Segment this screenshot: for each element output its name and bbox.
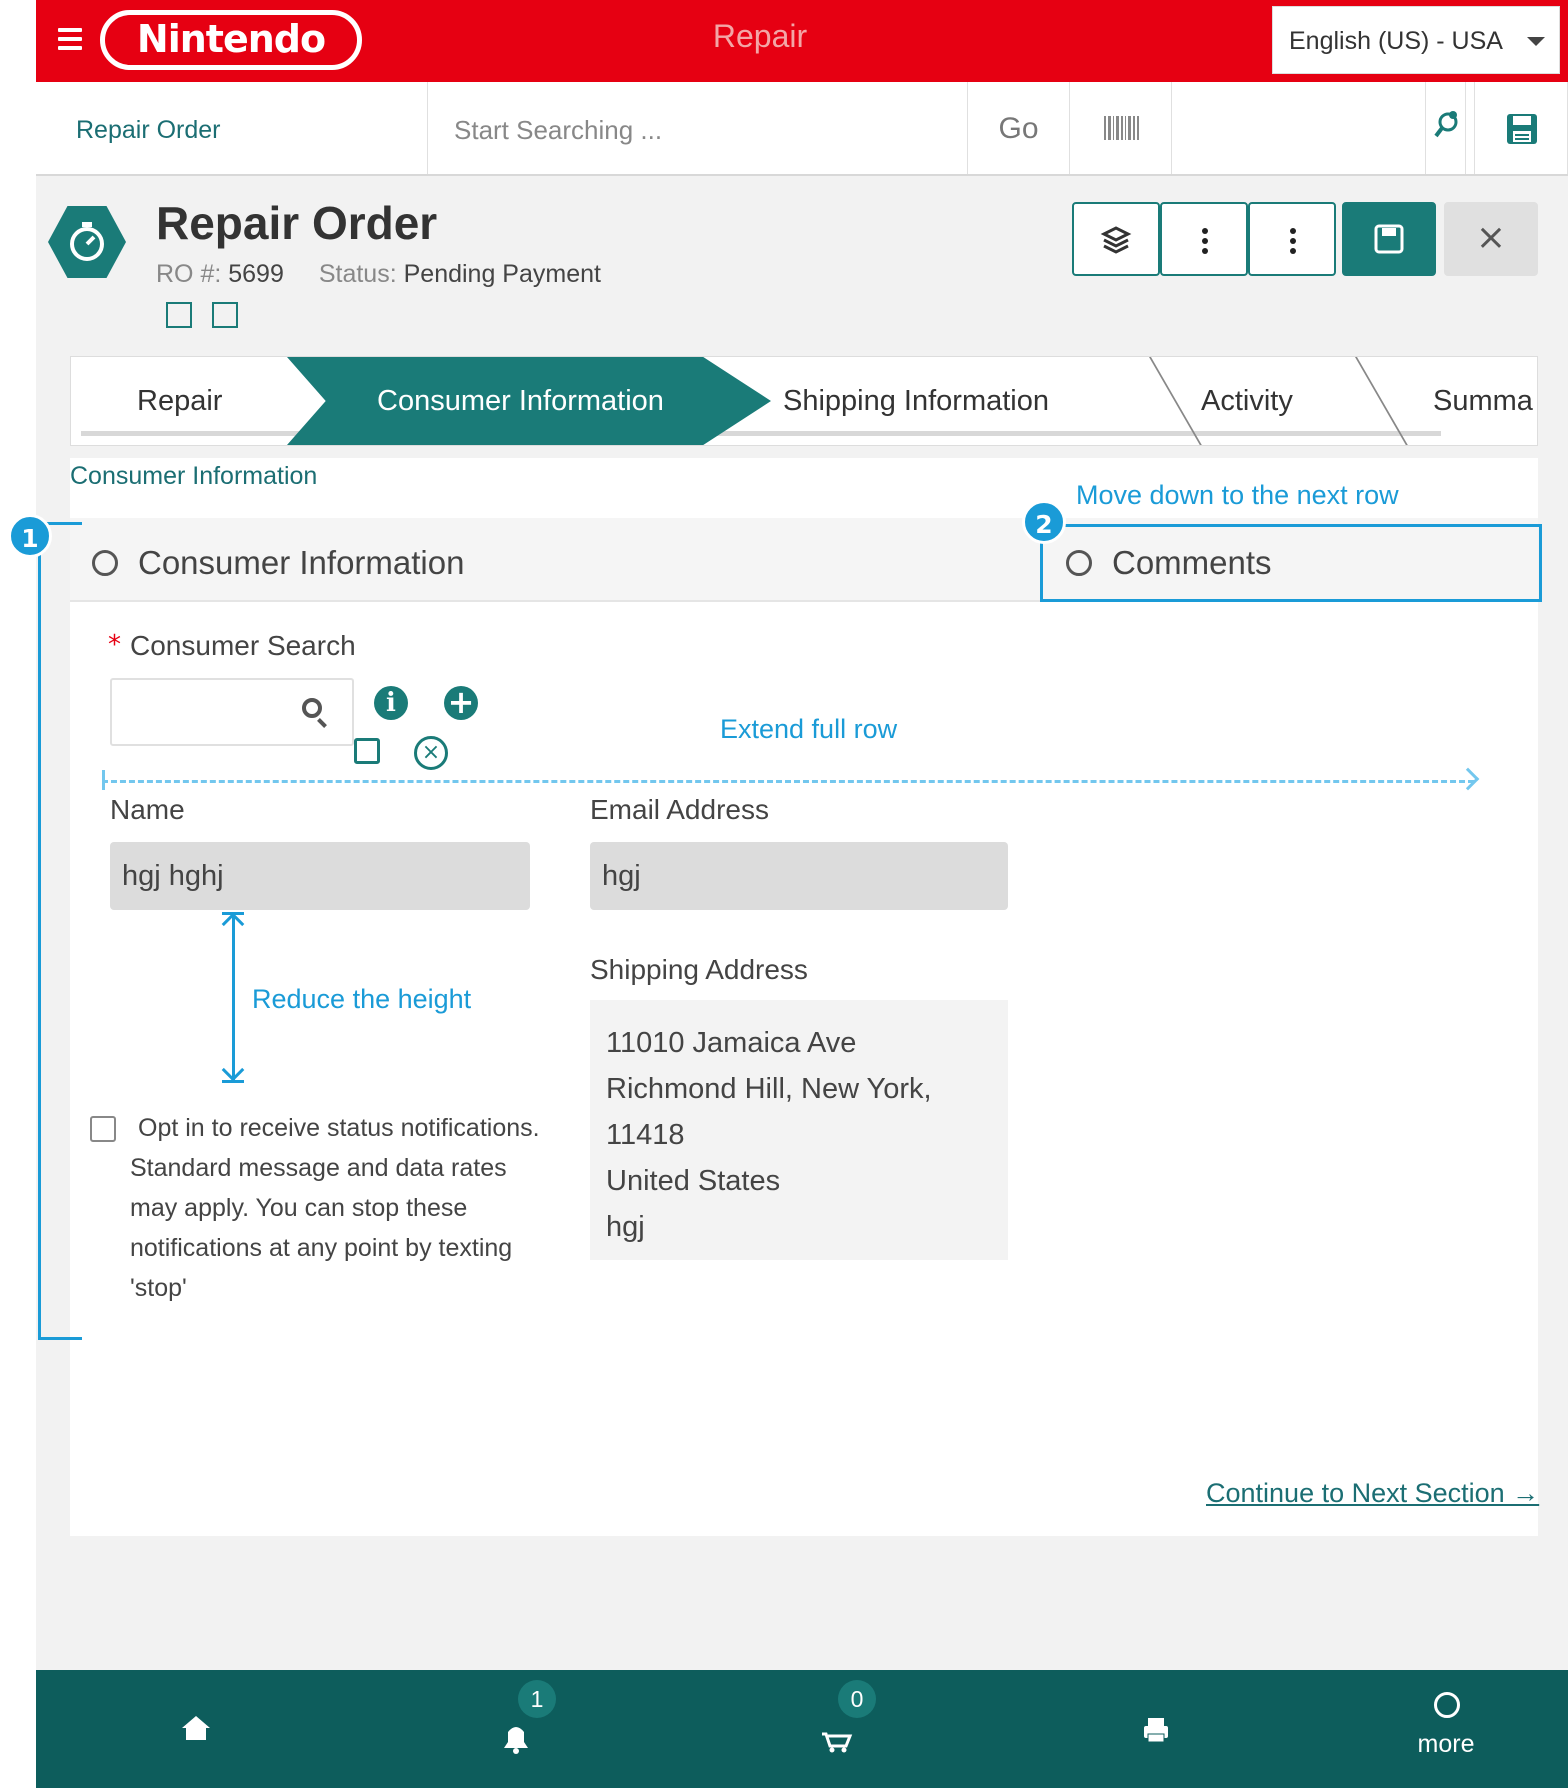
annotation-badge-1: 1 (8, 514, 52, 558)
nav-home[interactable] (136, 1670, 256, 1788)
nav-notifications[interactable]: 1 (456, 1670, 576, 1788)
more-vertical-icon (1290, 228, 1296, 258)
optin-text: Opt in to receive status notifications. … (130, 1114, 540, 1302)
add-icon[interactable]: + (444, 686, 478, 720)
search-input[interactable]: Start Searching ... (428, 82, 968, 174)
tab-shipping-information[interactable]: Shipping Information (783, 357, 1049, 445)
comments-panel-title[interactable]: Comments (1066, 544, 1272, 582)
name-label: Name (110, 794, 185, 825)
header-save-button[interactable] (1474, 82, 1568, 174)
address-line: United States (606, 1165, 781, 1197)
layers-button[interactable] (1072, 202, 1160, 276)
language-value: English (US) - USA (1289, 27, 1503, 55)
go-label: Go (998, 112, 1039, 145)
close-button[interactable]: × (1444, 202, 1538, 276)
order-meta: RO #: 5699 Status: Pending Payment (156, 260, 601, 289)
home-icon (182, 1716, 210, 1740)
search-spacer (1172, 82, 1426, 174)
go-button[interactable]: Go (968, 82, 1070, 174)
continue-link[interactable]: Continue to Next Section → (1206, 1478, 1539, 1509)
nav-cart[interactable]: 0 (776, 1670, 896, 1788)
language-select[interactable]: English (US) - USA (1272, 6, 1560, 74)
annotation-extend-row: Extend full row (720, 714, 898, 744)
chart-report-icon[interactable] (166, 302, 192, 328)
layers-icon (1100, 226, 1132, 254)
shipping-address-label: Shipping Address (590, 954, 808, 985)
hamburger-icon[interactable] (58, 28, 82, 50)
ro-number: 5699 (228, 260, 284, 288)
edit-icon[interactable] (354, 738, 380, 764)
section-label: Consumer Information (70, 462, 318, 490)
comments-label: Comments (1112, 544, 1272, 581)
clear-icon[interactable]: × (414, 736, 448, 770)
save-button[interactable] (1342, 202, 1436, 276)
ro-label: RO #: (156, 260, 222, 288)
address-line: 11418 (606, 1119, 685, 1151)
address-line: hgj (606, 1211, 645, 1243)
notification-count: 1 (518, 1680, 556, 1718)
tab-summary[interactable]: Summa (1433, 357, 1533, 445)
bell-icon (504, 1727, 528, 1754)
report-icons (166, 302, 258, 332)
shipping-address: 11010 Jamaica Ave Richmond Hill, New Yor… (590, 1000, 1008, 1260)
annotation-move-down: Move down to the next row (1076, 480, 1399, 510)
printer-icon (1144, 1718, 1168, 1743)
step-tabs: Repair Consumer Information Shipping Inf… (70, 356, 1538, 446)
bottom-nav: 1 0 more (36, 1670, 1568, 1788)
cart-count: 0 (838, 1680, 876, 1718)
annotation-reduce-height: Reduce the height (252, 984, 472, 1014)
info-icon[interactable]: i (374, 686, 408, 720)
nav-more[interactable]: more (1386, 1670, 1506, 1788)
email-label: Email Address (590, 794, 769, 825)
optin-checkbox[interactable] (90, 1116, 116, 1142)
search-placeholder: Start Searching ... (454, 115, 663, 145)
collapse-icon (1066, 550, 1092, 576)
barcode-button[interactable] (1070, 82, 1172, 174)
annotation-dashed-line (102, 780, 1474, 783)
name-field[interactable]: hgj hghj (110, 842, 530, 910)
address-line: Richmond Hill, New York, (606, 1073, 932, 1105)
annotation-height-line (232, 914, 235, 1080)
more-vertical-icon (1202, 228, 1208, 258)
more-icon (1434, 1692, 1460, 1718)
email-field[interactable]: hgj (590, 842, 1008, 910)
annotation-cap (222, 1080, 244, 1083)
barcode-icon (1104, 116, 1139, 140)
more-options-button[interactable] (1248, 202, 1336, 276)
nintendo-logo: Nintendo (100, 10, 362, 70)
chevron-down-icon (1527, 37, 1545, 46)
breadcrumb-label: Repair Order (76, 116, 221, 144)
status-badge: Pending Payment (403, 260, 601, 288)
save-icon (1374, 224, 1404, 254)
collapse-icon (92, 550, 118, 576)
annotation-badge-2: 2 (1022, 500, 1066, 544)
address-line: 11010 Jamaica Ave (606, 1027, 857, 1059)
zoom-icon (1434, 111, 1458, 138)
more-actions-button[interactable] (1160, 202, 1248, 276)
required-mark: * (108, 630, 121, 660)
breadcrumb[interactable]: Repair Order (36, 82, 428, 174)
app-title: Repair (712, 18, 808, 54)
list-report-icon[interactable] (212, 302, 238, 328)
page-title: Repair Order (156, 197, 438, 249)
consumer-panel-title[interactable]: Consumer Information (92, 544, 464, 582)
annotation-bracket (38, 522, 82, 1340)
search-bar: Repair Order Start Searching ... Go (36, 82, 1568, 176)
tab-consumer-information[interactable]: Consumer Information (287, 357, 771, 445)
cart-icon (822, 1732, 853, 1753)
status-label: Status: (318, 260, 397, 288)
zoom-button[interactable] (1426, 82, 1466, 174)
save-icon (1507, 114, 1537, 144)
more-label: more (1417, 1730, 1475, 1758)
consumer-search-input[interactable] (110, 678, 354, 746)
tab-activity[interactable]: Activity (1201, 357, 1293, 445)
search-icon[interactable] (302, 698, 322, 718)
consumer-panel-label: Consumer Information (138, 544, 465, 581)
nav-print[interactable] (1096, 1670, 1216, 1788)
tab-repair[interactable]: Repair (137, 357, 222, 445)
consumer-search-label: Consumer Search (130, 630, 356, 661)
